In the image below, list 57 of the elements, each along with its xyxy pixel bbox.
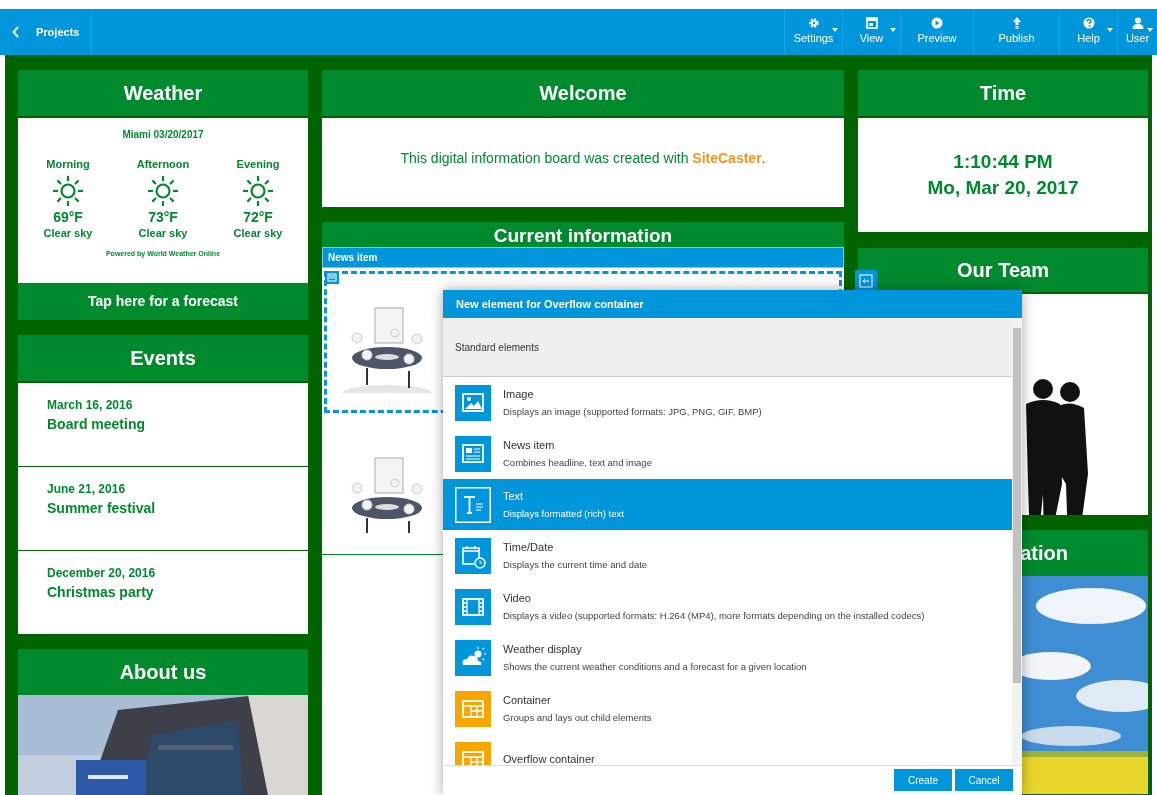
gear-icon	[807, 17, 820, 30]
option-title: Weather display	[503, 641, 583, 657]
temperature: 72°F	[243, 208, 273, 225]
condition-label: Clear sky	[138, 225, 188, 241]
event-name: Summer festival	[47, 499, 157, 518]
window-icon	[865, 17, 878, 30]
option-title: Time/Date	[503, 539, 555, 555]
panel-header: Current information	[322, 222, 844, 247]
option-title: Text	[503, 488, 525, 504]
scrollbar[interactable]	[1012, 318, 1022, 765]
panel-header: Our Team	[858, 248, 1148, 292]
event-date: June 21, 2016	[47, 481, 127, 498]
help-icon	[1082, 17, 1095, 30]
dialog-button[interactable]: Create	[894, 769, 952, 791]
event-name: Board meeting	[47, 415, 146, 434]
period-label: Evening	[236, 157, 280, 172]
upload-icon	[1010, 17, 1023, 30]
option-description: Combines headline, text and image	[503, 456, 652, 471]
period-label: Afternoon	[136, 157, 190, 172]
element-option[interactable]: Text Displays formatted (rich) text	[443, 479, 1012, 530]
event-date: March 16, 2016	[47, 397, 134, 414]
option-description: Displays the current time and date	[503, 558, 648, 573]
option-title: Image	[503, 386, 535, 402]
option-title: Container	[503, 692, 552, 708]
option-description: Displays an image (supported formats: JPG, PNG, GIF, BMP)	[503, 405, 762, 420]
weather-location: Miami 03/20/2017	[122, 128, 204, 142]
panel-header: Time	[858, 70, 1148, 116]
condition-label: Clear sky	[43, 225, 93, 241]
dialog-title: New element for Overflow container	[443, 290, 1022, 318]
period-label: Morning	[46, 157, 90, 172]
option-description: Displays a video (supported formats: H.264 (MP4), more formats depending on the installed codecs)	[503, 609, 925, 624]
clock-date: Mo, Mar 20, 2017	[927, 176, 1079, 200]
panel-header: Welcome	[322, 70, 844, 116]
option-description: Displays formatted (rich) text	[503, 507, 624, 522]
event-name: Christmas party	[47, 583, 155, 602]
option-title: Video	[503, 590, 532, 606]
option-title: Overflow container	[503, 752, 595, 765]
panel-header: About us	[18, 649, 308, 695]
option-title: News item	[503, 437, 556, 453]
temperature: 73°F	[148, 208, 178, 225]
panel-header: Events	[18, 335, 308, 381]
play-icon	[931, 17, 943, 30]
back-icon	[12, 26, 20, 38]
clock-time: 1:10:44 PM	[953, 150, 1053, 174]
panel-header: Weather	[18, 70, 308, 116]
temperature: 69°F	[53, 208, 83, 225]
user-icon	[1131, 17, 1144, 30]
forecast-button[interactable]: Tap here for a forecast	[18, 283, 308, 320]
selected-element-bar: News item	[322, 247, 844, 268]
dialog-button[interactable]: Cancel	[955, 769, 1013, 791]
option-description: Shows the current weather conditions and a forecast for a given location	[503, 660, 807, 675]
condition-label: Clear sky	[233, 225, 283, 241]
welcome-text: This digital information board was created with SiteCaster.	[400, 149, 766, 168]
option-description: Groups and lays out child elements	[503, 711, 652, 726]
return-icon[interactable]	[855, 270, 877, 292]
section-header: Standard elements	[443, 318, 1012, 377]
event-date: December 20, 2016	[47, 565, 157, 582]
